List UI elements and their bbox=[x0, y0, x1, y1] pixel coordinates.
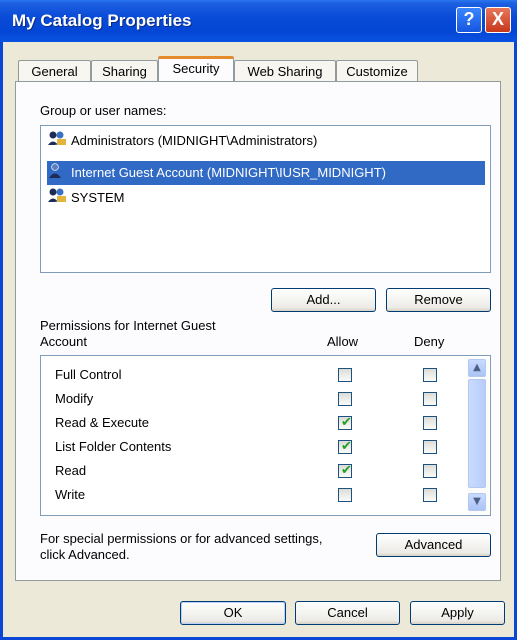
deny-checkbox[interactable] bbox=[423, 488, 437, 502]
apply-button[interactable]: Apply bbox=[410, 601, 505, 625]
checkmark-icon: ✔ bbox=[341, 415, 352, 430]
window-title: My Catalog Properties bbox=[12, 11, 192, 30]
tab-general[interactable]: General bbox=[18, 60, 91, 81]
allow-checkbox[interactable] bbox=[338, 368, 352, 382]
advanced-hint-line1: For special permissions or for advanced … bbox=[40, 531, 323, 546]
ok-button[interactable]: OK bbox=[180, 601, 286, 625]
users-group-icon bbox=[47, 187, 67, 211]
deny-checkbox[interactable] bbox=[423, 368, 437, 382]
deny-checkbox[interactable] bbox=[423, 416, 437, 430]
list-item-label: SYSTEM bbox=[71, 190, 125, 205]
tab-customize[interactable]: Customize bbox=[336, 60, 418, 81]
tab-sharing[interactable]: Sharing bbox=[91, 60, 158, 81]
permission-row-modify: Modify bbox=[55, 388, 455, 410]
checkmark-icon: ✔ bbox=[341, 439, 352, 454]
scroll-down-icon[interactable]: ▼ bbox=[468, 493, 486, 511]
scroll-thumb[interactable] bbox=[468, 379, 486, 488]
close-button[interactable]: X bbox=[485, 7, 511, 33]
group-user-listbox[interactable]: Administrators (MIDNIGHT\Administrators)… bbox=[40, 125, 491, 273]
add-button[interactable]: Add... bbox=[271, 288, 376, 312]
permissions-listbox: Full Control Modify Read & Execute List … bbox=[40, 355, 491, 516]
list-item-system[interactable]: SYSTEM bbox=[47, 186, 485, 210]
help-button[interactable]: ? bbox=[456, 7, 482, 33]
permission-name: Write bbox=[55, 487, 86, 502]
permission-row-write: Write bbox=[55, 484, 455, 506]
advanced-hint-line2: click Advanced. bbox=[40, 547, 130, 562]
permissions-label-line2: Account bbox=[40, 334, 87, 349]
remove-button[interactable]: Remove bbox=[386, 288, 491, 312]
permission-name: Full Control bbox=[55, 367, 122, 382]
allow-checkbox[interactable]: ✔ bbox=[338, 463, 352, 478]
users-group-icon bbox=[47, 130, 67, 154]
permission-name: Read & Execute bbox=[55, 415, 149, 430]
advanced-button[interactable]: Advanced bbox=[376, 533, 491, 557]
cancel-button[interactable]: Cancel bbox=[295, 601, 400, 625]
permission-name: List Folder Contents bbox=[55, 439, 172, 454]
group-names-label: Group or user names: bbox=[40, 103, 167, 118]
deny-checkbox[interactable] bbox=[423, 464, 437, 478]
permissions-scrollbar[interactable]: ▲ ▼ bbox=[467, 357, 489, 514]
scroll-up-icon[interactable]: ▲ bbox=[468, 359, 486, 377]
list-item-administrators[interactable]: Administrators (MIDNIGHT\Administrators) bbox=[47, 129, 485, 153]
permission-row-read-execute: Read & Execute bbox=[55, 412, 455, 434]
allow-checkbox[interactable] bbox=[338, 488, 352, 502]
permission-row-read: Read bbox=[55, 460, 455, 482]
permissions-label-line1: Permissions for Internet Guest bbox=[40, 318, 216, 333]
deny-checkbox[interactable] bbox=[423, 392, 437, 406]
title-bar[interactable]: My Catalog Properties ? X bbox=[0, 0, 517, 42]
allow-checkbox[interactable] bbox=[338, 392, 352, 406]
permission-row-list-folder-contents: List Folder Contents bbox=[55, 436, 455, 458]
allow-column-header: Allow bbox=[327, 334, 359, 349]
allow-checkbox[interactable]: ✔ bbox=[338, 439, 352, 454]
user-icon bbox=[47, 162, 67, 186]
list-item-label: Internet Guest Account (MIDNIGHT\IUSR_MI… bbox=[71, 165, 386, 180]
permission-name: Modify bbox=[55, 391, 94, 406]
list-item-internet-guest[interactable]: Internet Guest Account (MIDNIGHT\IUSR_MI… bbox=[47, 161, 485, 185]
tab-web-sharing[interactable]: Web Sharing bbox=[234, 60, 336, 81]
checkmark-icon: ✔ bbox=[341, 463, 352, 478]
allow-checkbox[interactable]: ✔ bbox=[338, 415, 352, 430]
permission-row-full-control: Full Control bbox=[55, 364, 455, 386]
deny-checkbox[interactable] bbox=[423, 440, 437, 454]
tab-security[interactable]: Security bbox=[158, 56, 234, 81]
permission-name: Read bbox=[55, 463, 87, 478]
deny-column-header: Deny bbox=[414, 334, 445, 349]
list-item-label: Administrators (MIDNIGHT\Administrators) bbox=[71, 133, 318, 148]
